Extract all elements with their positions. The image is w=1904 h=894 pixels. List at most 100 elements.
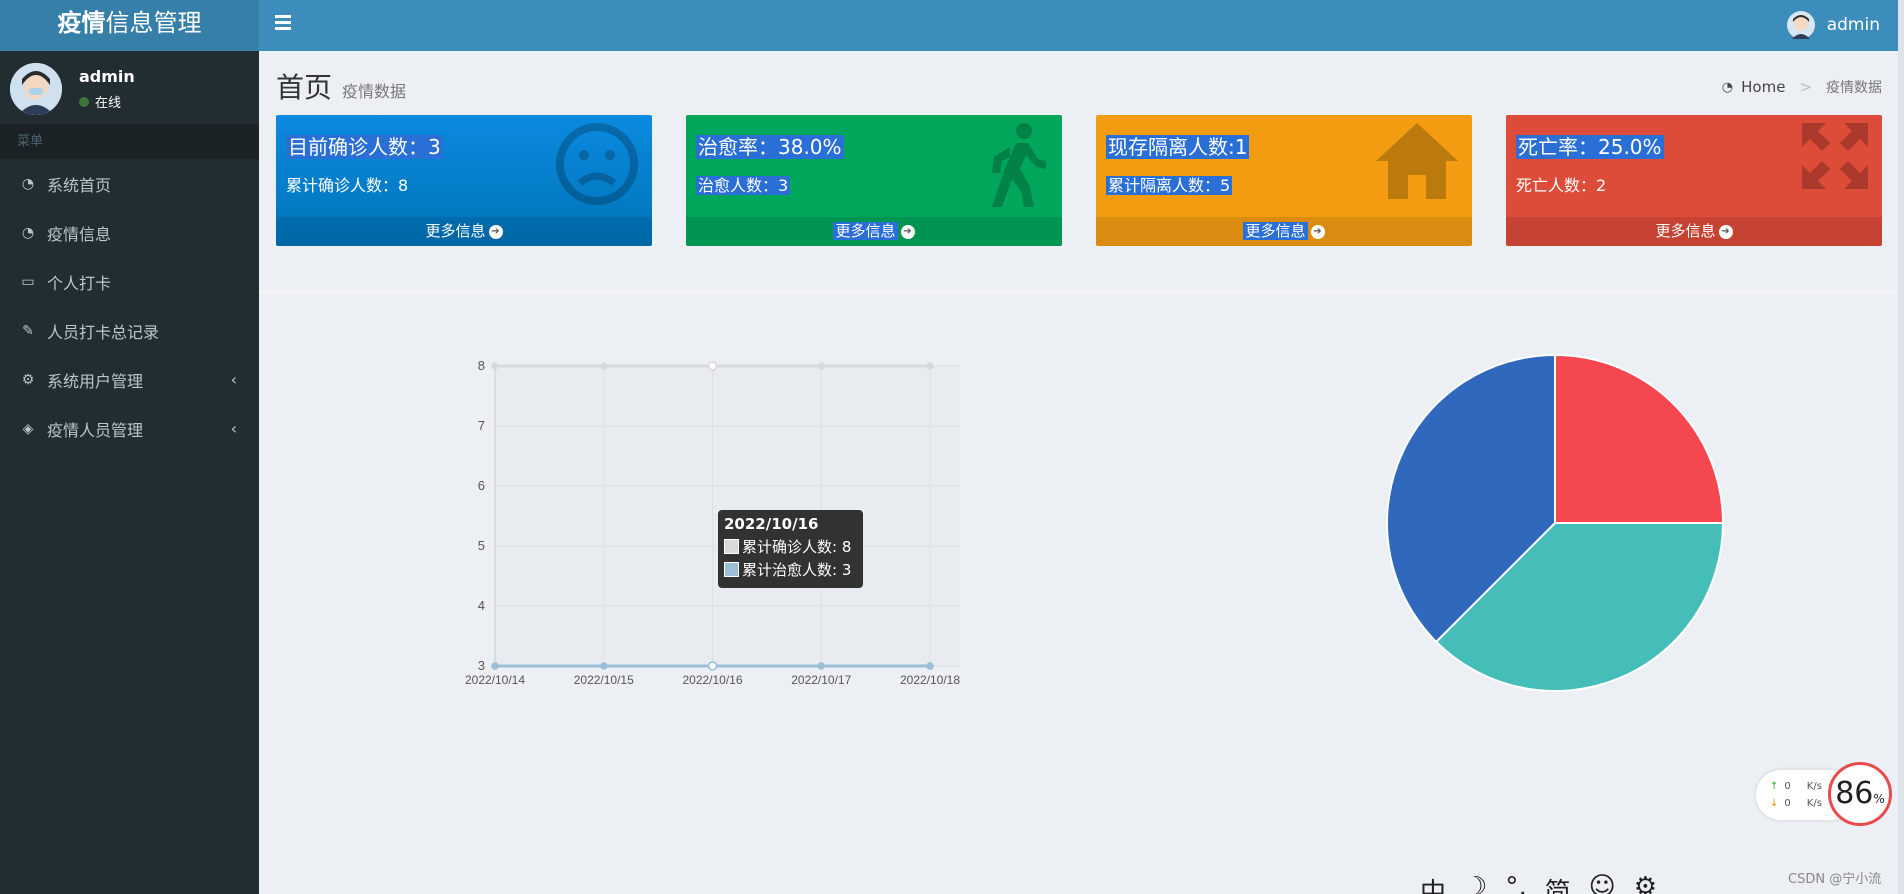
box-title: 现存隔离人数:1	[1106, 135, 1250, 159]
user-menu-name: admin	[1826, 15, 1880, 35]
ime-emoji-icon[interactable]: ☺	[1589, 872, 1616, 894]
chevron-left-icon: ‹	[230, 419, 237, 438]
chevron-left-icon: ‹	[230, 370, 237, 389]
online-status: 在线	[79, 92, 121, 111]
sidebar-item-user-management[interactable]: ⚙ 系统用户管理 ‹	[0, 355, 259, 404]
ime-moon-icon[interactable]: ☽	[1464, 872, 1487, 894]
logo-text: 信息管理	[105, 9, 202, 37]
more-info-link[interactable]: 更多信息 ➔	[1096, 217, 1472, 246]
data-point[interactable]	[926, 662, 934, 670]
logo-bold-text: 疫情	[57, 9, 106, 37]
trend-line-chart[interactable]: 3456782022/10/14 2022/10/15 2022/10/16 2022…	[440, 350, 980, 770]
dashboard-icon: ◔	[21, 175, 35, 192]
sidebar-item-home[interactable]: ◔ 系统首页	[0, 159, 259, 208]
sidebar-item-personal-checkin[interactable]: ▭ 个人打卡	[0, 257, 259, 306]
sidebar-item-label: 疫情信息	[47, 224, 112, 244]
box-title: 治愈率：38.0%	[696, 135, 844, 159]
download-speed: 0	[1784, 798, 1791, 809]
memory-usage-gauge[interactable]: 86%	[1828, 762, 1892, 826]
download-arrow-icon: ↓	[1770, 798, 1779, 809]
ime-settings-icon[interactable]: ⚙	[1634, 872, 1657, 894]
download-unit: K/s	[1806, 798, 1822, 809]
gauge-value: 86	[1835, 776, 1874, 811]
sidebar-item-checkin-records[interactable]: ✎ 人员打卡总记录	[0, 306, 259, 355]
tooltip-row: 累计确诊人数: 8	[742, 538, 852, 556]
upload-arrow-icon: ↑	[1770, 781, 1779, 792]
breadcrumb: ◔ Home > 疫情数据	[1722, 77, 1882, 97]
sidebar-toggle-icon[interactable]	[275, 15, 291, 33]
sidebar-item-personnel-management[interactable]: ◈ 疫情人员管理 ‹	[0, 404, 259, 453]
more-info-label: 更多信息	[833, 222, 898, 240]
box-title: 目前确诊人数：3	[286, 135, 443, 159]
avatar	[10, 63, 62, 115]
data-point[interactable]	[817, 662, 825, 670]
breadcrumb-home-link[interactable]: Home	[1741, 78, 1785, 96]
more-info-link[interactable]: 更多信息 ➔	[276, 217, 652, 246]
more-info-label: 更多信息	[1655, 222, 1716, 240]
x-tick-label: 2022/10/18	[900, 673, 960, 687]
user-menu[interactable]: admin	[1786, 10, 1880, 40]
statistics-pie-chart[interactable]	[1380, 350, 1730, 700]
x-tick-label: 2022/10/14	[465, 673, 525, 687]
x-tick-label: 2022/10/16	[682, 673, 742, 687]
data-point[interactable]	[707, 361, 718, 371]
data-point[interactable]	[491, 662, 499, 670]
sidebar-item-epidemic-info[interactable]: ◔ 疫情信息	[0, 208, 259, 257]
y-tick-label: 3	[478, 658, 485, 673]
app-logo[interactable]: 疫情信息管理	[0, 0, 259, 51]
more-info-link[interactable]: 更多信息 ➔	[1506, 217, 1882, 246]
box-detail: 累计隔离人数：5	[1106, 176, 1233, 195]
laptop-icon: ▭	[21, 273, 35, 290]
ime-chinese-icon[interactable]: 中	[1420, 872, 1446, 894]
x-tick-label: 2022/10/15	[574, 673, 634, 687]
ime-simplified-icon[interactable]: 简	[1545, 872, 1571, 894]
data-point[interactable]	[707, 661, 718, 671]
sidebar-user-panel: admin 在线	[0, 51, 259, 124]
tooltip-row: 累计治愈人数: 3	[742, 561, 852, 579]
legend-swatch	[724, 539, 739, 554]
gears-icon: ⚙	[21, 371, 35, 388]
sidebar-item-label: 系统用户管理	[47, 371, 144, 391]
x-tick-label: 2022/10/17	[791, 673, 851, 687]
online-dot-icon	[79, 96, 89, 107]
y-tick-label: 4	[478, 598, 485, 613]
edit-icon: ✎	[22, 322, 34, 339]
watermark: CSDN @宁小流	[1788, 872, 1882, 887]
ime-punctuation-icon[interactable]: °,	[1505, 872, 1526, 894]
tooltip-title: 2022/10/16	[724, 515, 819, 533]
data-point[interactable]	[817, 362, 825, 370]
arrow-circle-right-icon: ➔	[1310, 224, 1325, 239]
data-point[interactable]	[491, 362, 499, 370]
data-point[interactable]	[926, 362, 934, 370]
sidebar-user-name: admin	[79, 67, 135, 86]
sidebar-item-label: 系统首页	[47, 175, 112, 195]
upload-speed: 0	[1784, 781, 1791, 792]
more-info-label: 更多信息	[425, 222, 486, 240]
section-divider	[259, 290, 1898, 293]
arrow-circle-right-icon: ➔	[900, 224, 915, 239]
box-detail: 治愈人数：3	[696, 176, 791, 195]
ime-toolbar[interactable]: 中 ☽ °, 简 ☺ ⚙	[1420, 872, 1657, 894]
pie-slice[interactable]	[1554, 353, 1725, 524]
user-avatar-icon	[1786, 11, 1815, 39]
more-info-link[interactable]: 更多信息 ➔	[686, 217, 1062, 246]
cure-rate-box: 治愈率：38.0% 治愈人数：3 更多信息 ➔	[686, 115, 1062, 246]
data-point[interactable]	[600, 662, 608, 670]
y-tick-label: 5	[478, 538, 485, 553]
data-point[interactable]	[600, 362, 608, 370]
arrow-circle-right-icon: ➔	[488, 224, 503, 239]
dashboard-icon: ◔	[1721, 79, 1734, 95]
y-tick-label: 6	[478, 478, 485, 493]
sidebar-item-label: 疫情人员管理	[47, 420, 144, 440]
page-scrollbar[interactable]	[1898, 0, 1904, 894]
dashboard-icon: ◔	[21, 224, 35, 241]
page-title: 首页	[276, 71, 333, 104]
top-navbar: admin	[259, 0, 1898, 51]
sidebar: admin 在线 菜单 ◔ 系统首页 ◔ 疫情信息 ▭ 个人打卡 ✎ 人员打卡总…	[0, 51, 259, 894]
box-detail: 死亡人数：2	[1516, 176, 1607, 195]
y-tick-label: 8	[478, 358, 485, 373]
upload-unit: K/s	[1806, 781, 1822, 792]
arrow-circle-right-icon: ➔	[1718, 224, 1733, 239]
more-info-label: 更多信息	[1243, 222, 1308, 240]
gauge-unit: %	[1873, 792, 1885, 806]
